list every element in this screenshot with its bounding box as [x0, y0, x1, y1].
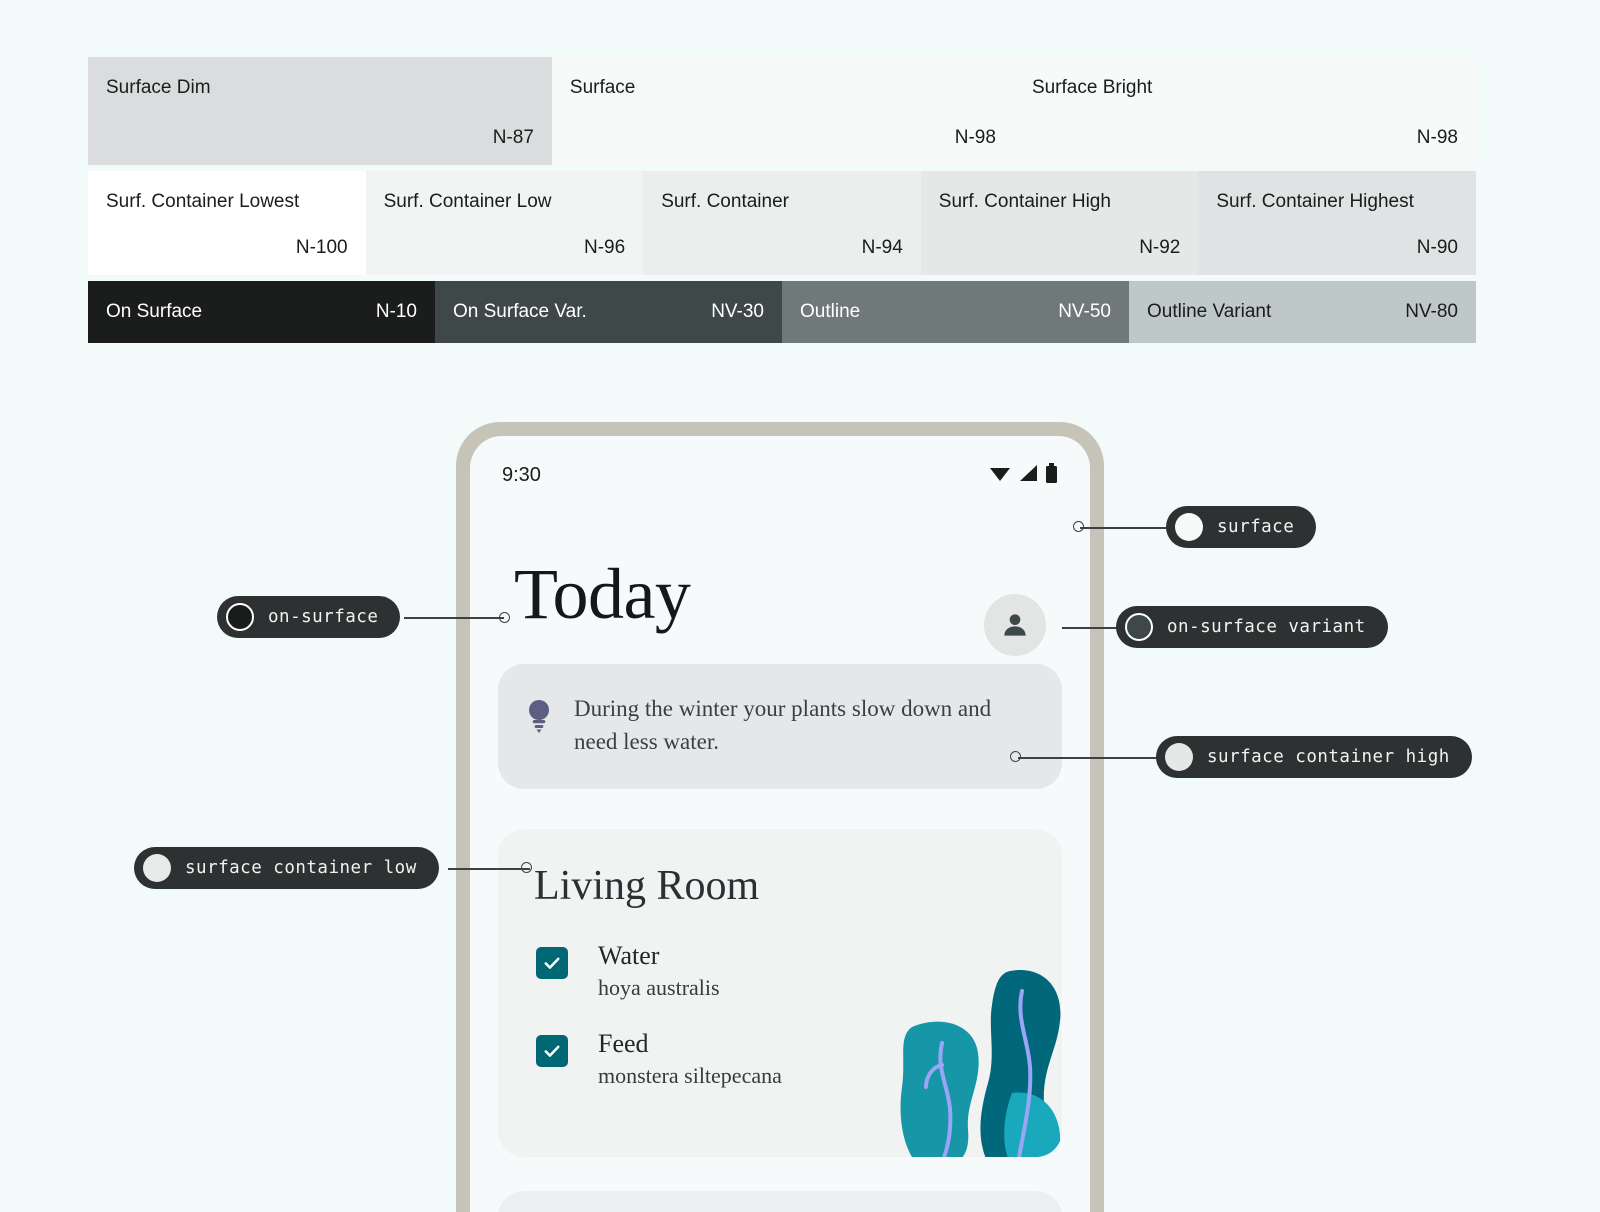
status-bar: 9:30 [470, 436, 1090, 490]
connector-end-surface-container-high [1010, 751, 1021, 762]
swatch-name: Outline [800, 300, 861, 322]
swatch-tone: N-100 [295, 237, 348, 258]
callout-label: on-surface [268, 607, 379, 627]
callout-label: on-surface variant [1167, 617, 1366, 637]
swatch-name: On Surface Var. [453, 300, 587, 322]
swatch-name: Surf. Container [661, 191, 789, 212]
connector-surface [1080, 527, 1168, 529]
task-subtitle: monstera siltepecana [598, 1062, 782, 1088]
callout-on-surface-variant[interactable]: on-surface variant [1116, 606, 1388, 648]
person-icon [1004, 614, 1026, 636]
room-card: Living Room Water hoya australis Feed mo… [498, 828, 1062, 1157]
swatch-surface-container: Surf. Container N-94 [643, 171, 921, 275]
status-time: 9:30 [502, 463, 541, 486]
swatch-name: Surf. Container Low [383, 191, 552, 212]
connector-on-surface [404, 617, 504, 619]
tip-card: During the winter your plants slow down … [498, 664, 1062, 789]
swatch-tone: N-98 [1416, 127, 1458, 148]
task-text-group: Feed monstera siltepecana [598, 1029, 782, 1089]
callout-color-dot [1165, 743, 1193, 771]
callout-color-dot [1125, 613, 1153, 641]
callout-label: surface [1217, 517, 1295, 537]
next-room-card [498, 1190, 1062, 1212]
swatch-tone: N-94 [861, 237, 903, 258]
swatch-surface: Surface N-98 [551, 57, 1014, 165]
swatch-on-surface-variant: On Surface Var. NV-30 [435, 281, 782, 343]
swatch-name: Surf. Container High [938, 191, 1111, 212]
connector-end-on-surface [499, 612, 510, 623]
callout-label: surface container low [185, 858, 417, 878]
task-checkbox[interactable] [536, 1034, 568, 1067]
swatch-tone: NV-30 [711, 301, 764, 322]
cell-signal-icon [1018, 464, 1038, 487]
swatch-row-on-surface: On Surface N-10 On Surface Var. NV-30 Ou… [88, 281, 1476, 343]
swatch-tone: N-98 [954, 127, 996, 148]
task-list: Water hoya australis Feed monstera silte… [498, 941, 1062, 1117]
swatch-tone: NV-50 [1058, 301, 1111, 322]
wifi-icon [989, 464, 1011, 487]
swatch-tone: N-87 [492, 127, 534, 148]
connector-end-surface-container-low [521, 862, 532, 873]
swatch-tone: N-90 [1416, 237, 1458, 258]
swatch-surface-dim: Surface Dim N-87 [88, 57, 552, 165]
swatch-surface-container-high: Surf. Container High N-92 [920, 171, 1199, 275]
swatch-tone: N-10 [375, 301, 417, 322]
swatch-name: Surface Dim [106, 77, 211, 98]
connector-on-surface-variant [1062, 627, 1120, 629]
swatch-surface-container-highest: Surf. Container Highest N-90 [1198, 171, 1476, 275]
task-row[interactable]: Water hoya australis [498, 941, 1062, 1029]
swatch-name: Surf. Container Lowest [106, 191, 300, 212]
task-row[interactable]: Feed monstera siltepecana [498, 1029, 1062, 1117]
check-icon [544, 957, 560, 969]
swatch-outline-variant: Outline Variant NV-80 [1129, 281, 1476, 343]
phone-screen: 9:30 Today During the winter your plants… [470, 436, 1090, 1212]
swatch-on-surface: On Surface N-10 [88, 281, 435, 343]
connector-end-surface [1073, 521, 1084, 532]
phone-mockup: 9:30 Today During the winter your plants… [456, 422, 1104, 1212]
avatar[interactable] [984, 594, 1046, 656]
callout-surface[interactable]: surface [1166, 506, 1317, 548]
status-icons [989, 462, 1058, 488]
task-checkbox[interactable] [536, 946, 568, 979]
connector-surface-container-high [1018, 757, 1160, 759]
connector-surface-container-low [448, 868, 530, 870]
lightbulb-icon [529, 700, 549, 733]
task-subtitle: hoya australis [598, 974, 720, 1000]
swatch-name: Surf. Container Highest [1216, 191, 1414, 212]
task-title: Feed [598, 1028, 649, 1058]
room-title: Living Room [534, 862, 760, 909]
swatch-name: Surface [569, 77, 636, 98]
swatch-surface-bright: Surface Bright N-98 [1013, 57, 1476, 165]
battery-icon [1045, 462, 1058, 488]
callout-surface-container-low[interactable]: surface container low [134, 847, 439, 889]
swatch-tone: NV-80 [1405, 301, 1458, 322]
task-text-group: Water hoya australis [598, 941, 720, 1001]
swatch-name: Outline Variant [1147, 300, 1272, 322]
swatch-tone: N-92 [1139, 237, 1181, 258]
callout-on-surface[interactable]: on-surface [217, 596, 401, 638]
callout-surface-container-high[interactable]: surface container high [1156, 736, 1472, 778]
surface-color-swatch-table: Surface Dim N-87 Surface N-98 Surface Br… [88, 57, 1476, 343]
callout-color-dot [226, 603, 254, 631]
callout-color-dot [143, 854, 171, 882]
swatch-name: Surface Bright [1031, 77, 1153, 98]
swatch-surface-container-low: Surf. Container Low N-96 [365, 171, 644, 275]
check-icon [544, 1045, 560, 1057]
callout-color-dot [1175, 513, 1203, 541]
swatch-outline: Outline NV-50 [782, 281, 1129, 343]
swatch-tone: N-96 [584, 237, 626, 258]
task-title: Water [598, 940, 660, 970]
swatch-name: On Surface [106, 300, 203, 322]
swatch-surface-container-lowest: Surf. Container Lowest N-100 [88, 171, 366, 275]
callout-label: surface container high [1207, 747, 1450, 767]
tip-text: During the winter your plants slow down … [574, 696, 992, 755]
swatch-row-containers: Surf. Container Lowest N-100 Surf. Conta… [88, 171, 1476, 275]
swatch-row-surfaces: Surface Dim N-87 Surface N-98 Surface Br… [88, 57, 1476, 165]
